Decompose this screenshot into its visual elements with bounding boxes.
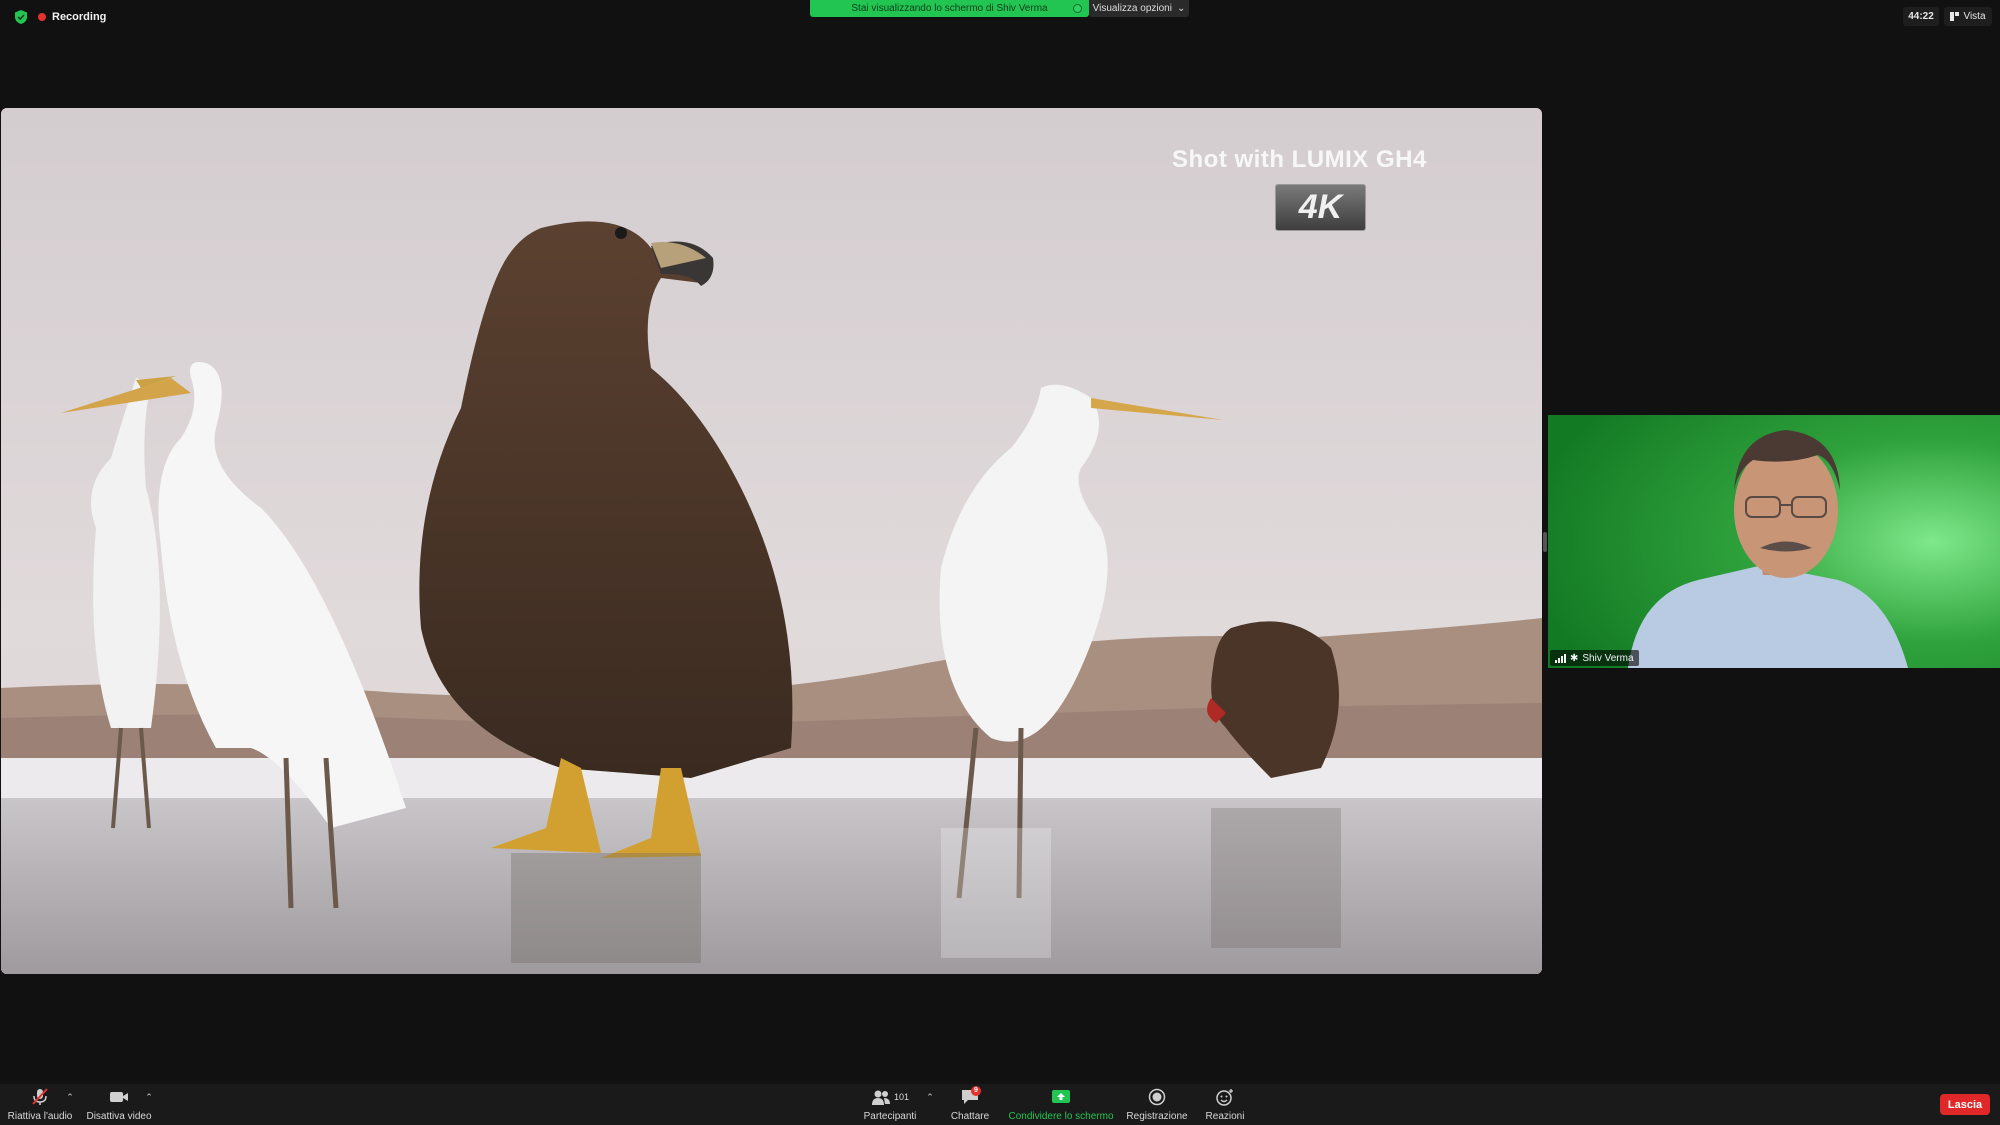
- split-resize-handle[interactable]: [1543, 532, 1547, 552]
- participant-name-tag: ✱ Shiv Verma: [1550, 650, 1639, 666]
- participants-icon: [871, 1090, 890, 1105]
- participant-video-tile[interactable]: ✱ Shiv Verma: [1548, 415, 2000, 668]
- share-banner-text: Stai visualizzando lo schermo di Shiv Ve…: [851, 3, 1048, 14]
- meeting-toolbar: Riattiva l'audio ⌃ Disattiva video ⌃ 101…: [0, 1084, 2000, 1125]
- security-shield-icon[interactable]: [13, 9, 29, 25]
- meeting-timer: 44:22: [1903, 7, 1939, 26]
- view-icon: [1950, 12, 1960, 21]
- pin-icon: ✱: [1570, 652, 1579, 664]
- share-screen-icon: [1052, 1090, 1070, 1103]
- participant-name: Shiv Verma: [1582, 652, 1634, 664]
- resolution-badge: 4K: [1275, 184, 1366, 231]
- participants-label: Partecipanti: [863, 1111, 917, 1122]
- shared-screen-view[interactable]: Shot with LUMIX GH4 4K: [1, 108, 1542, 974]
- participants-options-caret[interactable]: ⌃: [925, 1092, 935, 1102]
- video-overlay-caption: Shot with LUMIX GH4: [1172, 146, 1427, 173]
- record-button[interactable]: Registrazione: [1124, 1088, 1190, 1122]
- recording-indicator[interactable]: Recording: [38, 9, 106, 25]
- audio-options-caret[interactable]: ⌃: [65, 1092, 75, 1102]
- shared-video-frame: [1, 108, 1542, 974]
- reactions-label: Reazioni: [1205, 1111, 1245, 1122]
- chevron-down-icon: ⌄: [1176, 3, 1186, 14]
- view-options-dropdown[interactable]: Visualizza opzioni ⌄: [1089, 0, 1189, 17]
- record-label: Registrazione: [1126, 1111, 1188, 1122]
- chat-unread-badge: 9: [971, 1086, 981, 1096]
- participants-button[interactable]: 101 Partecipanti: [858, 1088, 922, 1122]
- stop-video-label: Disattiva video: [86, 1111, 152, 1122]
- video-camera-icon: [110, 1092, 128, 1102]
- reactions-icon: [1216, 1089, 1233, 1106]
- participant-video: [1548, 415, 2000, 668]
- view-button[interactable]: Vista: [1944, 7, 1992, 26]
- chat-label: Chattare: [950, 1111, 990, 1122]
- unmute-audio-label: Riattiva l'audio: [7, 1111, 73, 1122]
- microphone-muted-icon: [32, 1088, 48, 1105]
- recording-label: Recording: [52, 11, 107, 23]
- view-options-label: Visualizza opzioni: [1092, 3, 1172, 14]
- reactions-button[interactable]: Reazioni: [1200, 1088, 1250, 1122]
- unmute-audio-button[interactable]: Riattiva l'audio: [6, 1088, 74, 1122]
- share-screen-label: Condividere lo schermo: [1008, 1111, 1114, 1122]
- video-options-caret[interactable]: ⌃: [144, 1092, 154, 1102]
- recording-dot-icon: [38, 13, 46, 21]
- zoom-meeting-window: Recording Stai visualizzando lo schermo …: [0, 0, 2000, 1125]
- signal-icon: [1555, 653, 1566, 663]
- participants-count: 101: [893, 1092, 910, 1102]
- stop-video-button[interactable]: Disattiva video: [85, 1088, 153, 1122]
- view-label: Vista: [1963, 11, 1986, 22]
- banner-status-icon: [1073, 4, 1082, 13]
- leave-button[interactable]: Lascia: [1940, 1094, 1990, 1115]
- screen-share-banner: Stai visualizzando lo schermo di Shiv Ve…: [810, 0, 1089, 17]
- share-screen-button[interactable]: Condividere lo schermo: [1007, 1088, 1115, 1122]
- record-icon: [1148, 1088, 1166, 1106]
- chat-button[interactable]: 9 Chattare: [945, 1086, 995, 1122]
